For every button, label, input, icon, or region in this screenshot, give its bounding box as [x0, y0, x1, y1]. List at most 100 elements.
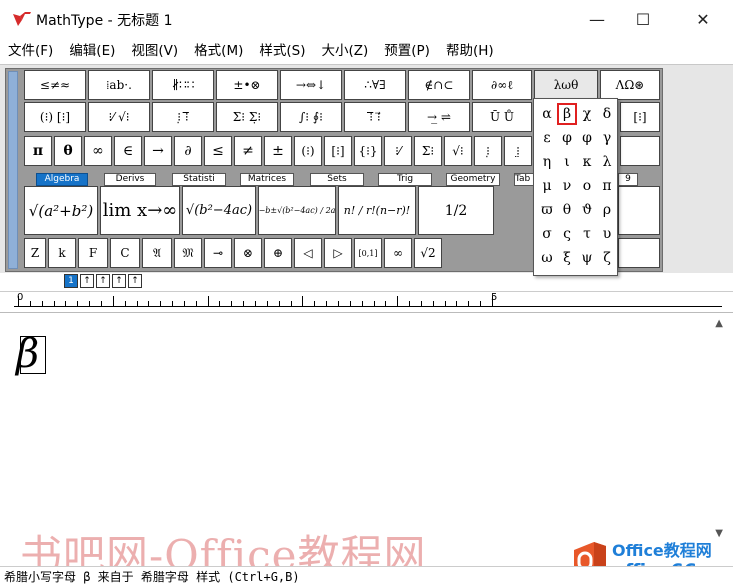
- symbol-fraktur-a-button[interactable]: 𝔄: [142, 238, 172, 268]
- greek-iota[interactable]: ι: [557, 151, 577, 173]
- row6-empty-slot[interactable]: [618, 238, 660, 268]
- scroll-up-icon[interactable]: ▲: [715, 318, 723, 329]
- symbol-sqrt2-button[interactable]: √2: [414, 238, 442, 268]
- toolbar-empty-slot[interactable]: [620, 136, 660, 166]
- symbol-interval-button[interactable]: [0,1]: [354, 238, 382, 268]
- symbol-arrow-button[interactable]: →: [144, 136, 172, 166]
- summation-templates-button[interactable]: Σ⁝ Σ̣⁝: [216, 102, 278, 132]
- embellishments-button[interactable]: ∦∷∷: [152, 70, 214, 100]
- template-fraction-button[interactable]: ⁝⁄: [384, 136, 412, 166]
- template-discriminant[interactable]: √(b²−4ac): [182, 186, 256, 235]
- scroll-down-icon[interactable]: ▼: [715, 528, 723, 539]
- tab-sets[interactable]: Sets: [310, 173, 364, 186]
- greek-pi-variant[interactable]: ϖ: [537, 199, 557, 221]
- template-braces-button[interactable]: {⁝}: [354, 136, 382, 166]
- tab-9[interactable]: 9: [618, 173, 638, 186]
- ruler[interactable]: 0 5: [0, 291, 733, 313]
- arrow-symbols-button[interactable]: →⇔↓: [280, 70, 342, 100]
- template-half[interactable]: 1/2: [418, 186, 494, 235]
- greek-lowercase-button[interactable]: λωθ: [534, 70, 598, 100]
- tab-stop-center-button[interactable]: ↑: [80, 274, 94, 288]
- greek-epsilon[interactable]: ε: [537, 127, 557, 149]
- greek-psi[interactable]: ψ: [577, 247, 597, 269]
- greek-chi[interactable]: χ: [577, 103, 597, 125]
- greek-uppercase-button[interactable]: ΛΩ⊛: [600, 70, 660, 100]
- tab-geometry[interactable]: Geometry: [446, 173, 500, 186]
- greek-tau[interactable]: τ: [577, 223, 597, 245]
- greek-gamma[interactable]: γ: [597, 127, 617, 149]
- symbol-pi-button[interactable]: π: [24, 136, 52, 166]
- symbol-f-button[interactable]: F: [78, 238, 108, 268]
- symbol-multimap-button[interactable]: ⊸: [204, 238, 232, 268]
- minimize-button[interactable]: —: [574, 0, 620, 38]
- menu-help[interactable]: 帮助(H): [438, 38, 502, 64]
- fraction-radical-templates-button[interactable]: ⁝⁄ √⁝: [88, 102, 150, 132]
- greek-sigma[interactable]: σ: [537, 223, 557, 245]
- template-parens-button[interactable]: (⁝): [294, 136, 322, 166]
- greek-final-sigma[interactable]: ς: [557, 223, 577, 245]
- tab-stop-left-button[interactable]: 1: [64, 274, 78, 288]
- symbol-z-button[interactable]: Z: [24, 238, 46, 268]
- template-quadratic-formula[interactable]: −b±√(b²−4ac) / 2a: [258, 186, 336, 235]
- tab-derivs[interactable]: Derivs: [104, 173, 156, 186]
- greek-phi-variant[interactable]: φ: [577, 127, 597, 149]
- template-pythagoras[interactable]: √(a²+b²): [24, 186, 98, 235]
- symbol-triangle-left-button[interactable]: ◁: [294, 238, 322, 268]
- tab-matrices[interactable]: Matrices: [240, 173, 294, 186]
- relational-symbols-button[interactable]: ≤≠≈: [24, 70, 86, 100]
- greek-pi[interactable]: π: [597, 175, 617, 197]
- greek-kappa[interactable]: κ: [577, 151, 597, 173]
- tab-stop-decimal-button[interactable]: ↑: [128, 274, 142, 288]
- greek-alpha[interactable]: α: [537, 103, 557, 125]
- greek-phi[interactable]: φ: [557, 127, 577, 149]
- template-sqrt-button[interactable]: √⁝: [444, 136, 472, 166]
- template-combination[interactable]: n! / r!(n−r)!: [338, 186, 416, 235]
- close-button[interactable]: ✕: [680, 0, 726, 38]
- tab-statistics[interactable]: Statisti: [172, 173, 226, 186]
- subscript-superscript-templates-button[interactable]: ⁝̣ ⁝̅: [152, 102, 214, 132]
- tab-algebra[interactable]: Algebra: [36, 173, 88, 186]
- greek-delta[interactable]: δ: [597, 103, 617, 125]
- template-brackets-button[interactable]: [⁝]: [324, 136, 352, 166]
- greek-theta[interactable]: θ: [557, 199, 577, 221]
- symbol-triangle-right-button[interactable]: ▷: [324, 238, 352, 268]
- symbol-otimes-button[interactable]: ⊗: [234, 238, 262, 268]
- symbol-infinity-small-button[interactable]: ∞: [384, 238, 412, 268]
- labeled-arrow-templates-button[interactable]: →̲ ⇌: [408, 102, 470, 132]
- greek-omicron[interactable]: ο: [577, 175, 597, 197]
- toolbar-grip[interactable]: [8, 71, 18, 269]
- greek-omega[interactable]: ω: [537, 247, 557, 269]
- symbol-fraktur-m-button[interactable]: 𝔐: [174, 238, 202, 268]
- logical-symbols-button[interactable]: ∴∀∃: [344, 70, 406, 100]
- greek-beta[interactable]: β: [557, 103, 577, 125]
- greek-upsilon[interactable]: υ: [597, 223, 617, 245]
- menu-style[interactable]: 样式(S): [251, 38, 313, 64]
- symbol-element-of-button[interactable]: ∈: [114, 136, 142, 166]
- operator-symbols-button[interactable]: ±•⊗: [216, 70, 278, 100]
- template-empty-slot[interactable]: [618, 186, 660, 235]
- greek-mu[interactable]: μ: [537, 175, 557, 197]
- maximize-button[interactable]: ☐: [620, 0, 666, 38]
- symbol-k-button[interactable]: k: [48, 238, 76, 268]
- menu-preferences[interactable]: 预置(P): [376, 38, 438, 64]
- symbol-partial-button[interactable]: ∂: [174, 136, 202, 166]
- tab-stop-right-button[interactable]: ↑: [96, 274, 110, 288]
- greek-theta-variant[interactable]: ϑ: [577, 199, 597, 221]
- greek-lambda[interactable]: λ: [597, 151, 617, 173]
- symbol-neq-button[interactable]: ≠: [234, 136, 262, 166]
- greek-nu[interactable]: ν: [557, 175, 577, 197]
- template-subsup-button[interactable]: ⁝̤: [504, 136, 532, 166]
- tab-8[interactable]: Tab 8: [514, 173, 534, 186]
- misc-symbols-button[interactable]: ∂∞ℓ: [472, 70, 532, 100]
- template-limit[interactable]: lim x→∞: [100, 186, 180, 235]
- set-theory-symbols-button[interactable]: ∉∩⊂: [408, 70, 470, 100]
- menu-edit[interactable]: 编辑(E): [61, 38, 123, 64]
- tab-stop-relational-button[interactable]: ↑: [112, 274, 126, 288]
- symbol-c-button[interactable]: C: [110, 238, 140, 268]
- products-set-templates-button[interactable]: Ū Ů: [472, 102, 532, 132]
- template-subscript-button[interactable]: ⁝̣: [474, 136, 502, 166]
- menu-format[interactable]: 格式(M): [186, 38, 251, 64]
- tab-trig[interactable]: Trig: [378, 173, 432, 186]
- symbol-oplus-button[interactable]: ⊕: [264, 238, 292, 268]
- greek-zeta[interactable]: ζ: [597, 247, 617, 269]
